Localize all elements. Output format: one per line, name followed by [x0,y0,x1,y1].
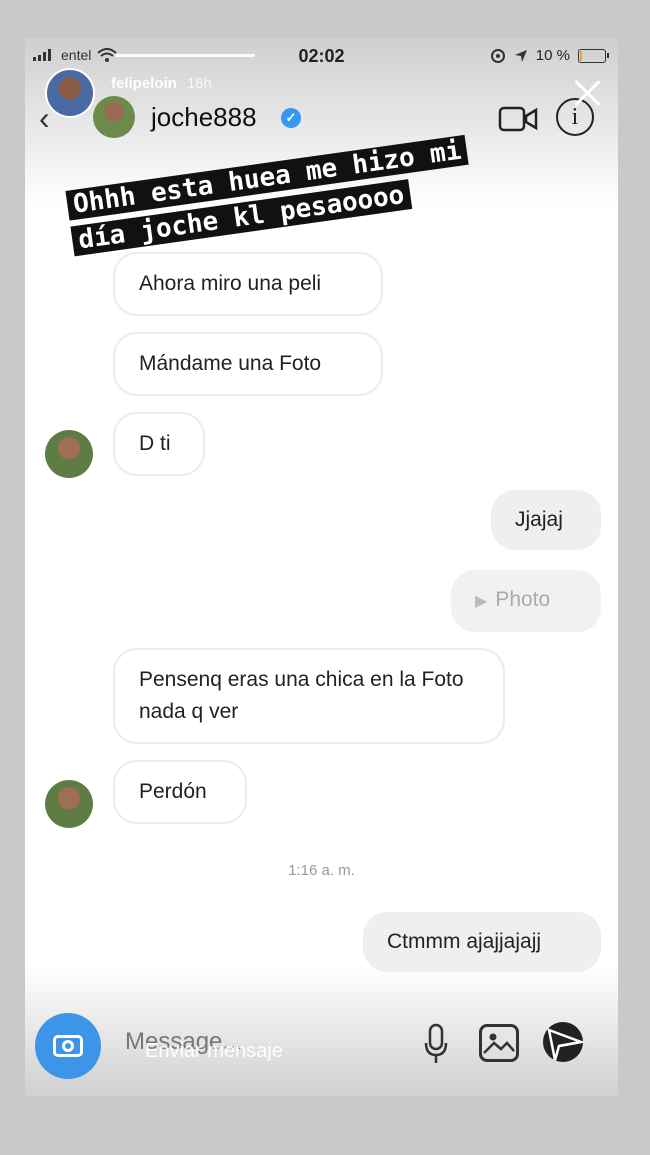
photo-message-bubble[interactable]: ▶ Photo [451,570,601,632]
battery-percent: 10 % [535,47,570,64]
message-bubble-incoming[interactable]: Mándame una Foto [113,332,383,396]
orientation-lock-icon [490,48,505,63]
story-header[interactable]: felipeloin 18h [45,68,212,118]
contact-avatar-small[interactable] [45,780,93,828]
message-bubble-incoming[interactable]: D ti [113,412,205,476]
story-username[interactable]: felipeloin [111,75,177,92]
message-bubble-incoming[interactable]: Pensenq eras una chica en la Foto nada q… [113,648,505,744]
story-avatar[interactable] [45,68,95,118]
story-frame: entel 02:02 10 % felipeloin 18h ‹ joche8… [25,38,618,1096]
story-age: 18h [186,74,212,92]
close-icon[interactable] [570,76,604,110]
status-bar: entel 02:02 10 % [25,38,618,72]
message-timestamp: 1:16 a. m. [288,862,355,879]
camera-icon[interactable] [35,1013,101,1079]
story-reply-input[interactable]: Enviar mensaje [145,1040,283,1063]
message-bubble-incoming[interactable]: Ahora miro una peli [113,252,383,316]
send-arrow-icon[interactable] [545,1026,585,1062]
message-bubble-outgoing[interactable]: Jjajaj [491,490,601,550]
message-bubble-outgoing[interactable]: Ctmmm ajajjajajj [363,912,601,972]
battery-level [580,50,582,61]
battery-icon [578,48,609,63]
message-bubble-incoming[interactable]: Perdón [113,760,247,824]
play-icon: ▶ [475,593,488,610]
microphone-icon[interactable] [423,1023,449,1065]
location-icon [514,49,527,62]
image-icon[interactable] [479,1024,519,1062]
contact-avatar-small[interactable] [45,430,93,478]
verified-badge-icon: ✓ [281,108,301,128]
status-right: 10 % [490,47,609,64]
photo-label: Photo [495,588,551,611]
